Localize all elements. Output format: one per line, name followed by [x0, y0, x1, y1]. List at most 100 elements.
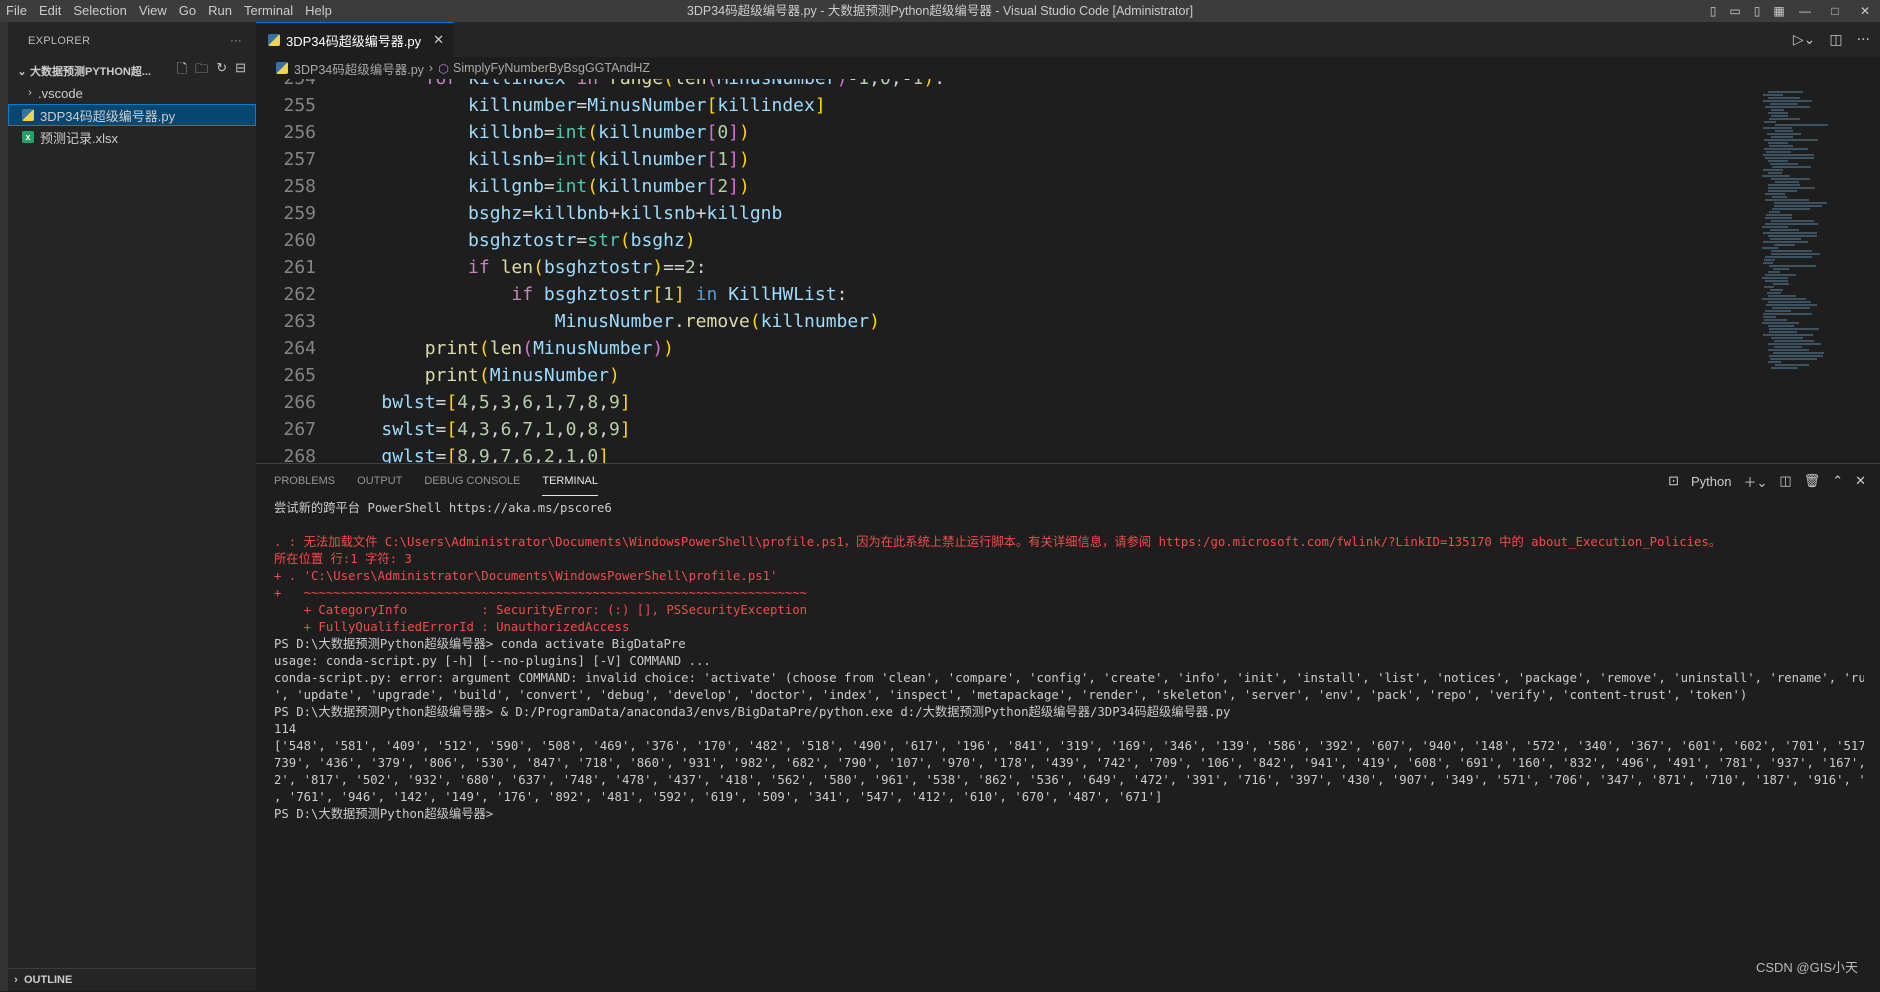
terminal-line: conda-script.py: error: argument COMMAND… [274, 671, 1864, 685]
code-line[interactable]: 262 if bsghztostr[1] in KillHWList: [256, 281, 1752, 308]
code-line[interactable]: 268 gwlst=[8,9,7,6,2,1,0] [256, 443, 1752, 463]
code-line[interactable]: 264 print(len(MinusNumber)) [256, 335, 1752, 362]
shell-label[interactable]: Python [1691, 474, 1731, 489]
more-actions-icon[interactable]: ··· [1857, 32, 1870, 48]
toggle-secondary-sidebar-icon[interactable]: ▯ [1746, 4, 1768, 18]
minimap-line [1772, 307, 1810, 309]
code-text: if len(bsghztostr)==2: [468, 257, 707, 278]
tab-terminal[interactable]: TERMINAL [542, 467, 598, 496]
outline-section[interactable]: › OUTLINE [8, 968, 256, 991]
menu-terminal[interactable]: Terminal [238, 0, 299, 22]
minimap-line [1764, 148, 1808, 150]
new-file-icon[interactable]: 🗋 [177, 60, 187, 82]
code-line[interactable]: 258 killgnb=int(killnumber[2]) [256, 173, 1752, 200]
menu-file[interactable]: File [0, 0, 33, 22]
code-line[interactable]: 265 print(MinusNumber) [256, 362, 1752, 389]
code-line[interactable]: 260 bsghztostr=str(bsghz) [256, 227, 1752, 254]
menu-help[interactable]: Help [299, 0, 338, 22]
minimap-line [1768, 112, 1788, 114]
code-line[interactable]: 261 if len(bsghztostr)==2: [256, 254, 1752, 281]
minimap-line [1766, 214, 1792, 216]
run-icon[interactable]: ▷⌄ [1793, 32, 1816, 48]
terminal-output[interactable]: 尝试新的跨平台 PowerShell https://aka.ms/pscore… [274, 500, 1864, 823]
terminal-line: 739', '436', '379', '806', '530', '847',… [274, 756, 1864, 770]
python-file-icon [268, 34, 280, 46]
code-line[interactable]: 256 killbnb=int(killnumber[0]) [256, 119, 1752, 146]
workspace-folder[interactable]: ⌄ 大数据预测PYTHON超... 🗋 🗀 ↻ ⊟ [8, 60, 256, 82]
maximize-button[interactable]: □ [1820, 4, 1850, 18]
code-line[interactable]: 259 bsghz=killbnb+killsnb+killgnb [256, 200, 1752, 227]
chevron-right-icon: › [428, 61, 434, 75]
minimap-line [1769, 145, 1793, 147]
minimap-line [1768, 343, 1821, 345]
minimap-line [1764, 319, 1787, 321]
menu-run[interactable]: Run [202, 0, 238, 22]
collapse-all-icon[interactable]: ⊟ [235, 60, 246, 82]
code-line[interactable]: 263 MinusNumber.remove(killnumber) [256, 308, 1752, 335]
tab-problems[interactable]: PROBLEMS [274, 467, 335, 495]
menu-go[interactable]: Go [173, 0, 202, 22]
close-panel-icon[interactable]: ✕ [1855, 473, 1866, 489]
breadcrumb-file[interactable]: 3DP34码超级编号器.py [294, 59, 424, 78]
tree-item-xlsx-file[interactable]: x 预测记录.xlsx [8, 126, 256, 148]
python-file-icon [276, 62, 288, 74]
split-terminal-icon[interactable]: ◫ [1779, 473, 1791, 489]
minimap-line [1768, 142, 1788, 144]
code-line[interactable]: 255 killnumber=MinusNumber[killindex] [256, 92, 1752, 119]
tab-debug-console[interactable]: DEBUG CONSOLE [424, 467, 520, 495]
toggle-sidebar-icon[interactable]: ▯ [1702, 4, 1724, 18]
minimap-line [1771, 115, 1788, 117]
minimap-line [1768, 184, 1800, 186]
code-editor[interactable]: 254 for killindex in range(len(MinusNumb… [256, 79, 1752, 463]
code-line[interactable]: 257 killsnb=int(killnumber[1]) [256, 146, 1752, 173]
minimap-line [1775, 364, 1809, 366]
line-number: 266 [283, 392, 316, 413]
menu-edit[interactable]: Edit [33, 0, 67, 22]
minimap-line [1769, 211, 1780, 213]
minimap-line [1762, 175, 1790, 177]
new-folder-icon[interactable]: 🗀 [195, 60, 208, 82]
terminal-line: , '761', '946', '142', '149', '176', '89… [274, 790, 1163, 804]
minimap-line [1773, 352, 1824, 354]
minimap-line [1773, 283, 1789, 285]
minimap-line [1763, 94, 1783, 96]
code-text: gwlst=[8,9,7,6,2,1,0] [381, 446, 610, 463]
tree-item-py-file[interactable]: 3DP34码超级编号器.py [8, 104, 256, 126]
menu-view[interactable]: View [133, 0, 173, 22]
split-editor-icon[interactable]: ◫ [1829, 32, 1842, 48]
minimap-line [1769, 355, 1823, 357]
line-number: 265 [283, 365, 316, 386]
minimap-line [1763, 232, 1817, 234]
minimap-line [1768, 235, 1817, 237]
close-tab-icon[interactable]: ✕ [433, 32, 444, 48]
tree-item-vscode[interactable]: › .vscode [8, 82, 256, 104]
folder-actions: 🗋 🗀 ↻ ⊟ [177, 60, 246, 82]
minimap[interactable] [1752, 79, 1880, 463]
terminal-line: + FullyQualifiedErrorId : UnauthorizedAc… [274, 620, 630, 634]
menu-selection[interactable]: Selection [67, 0, 132, 22]
code-line[interactable]: 267 swlst=[4,3,6,7,1,0,8,9] [256, 416, 1752, 443]
code-line[interactable]: 266 bwlst=[4,5,3,6,1,7,8,9] [256, 389, 1752, 416]
toggle-panel-icon[interactable]: ▭ [1724, 4, 1746, 18]
workspace-folder-label: 大数据预测PYTHON超... [30, 66, 152, 78]
minimap-line [1762, 226, 1788, 228]
minimap-line [1767, 133, 1801, 135]
breadcrumb-symbol[interactable]: SimplyFyNumberByBsgGGTAndHZ [453, 61, 650, 75]
kill-terminal-icon[interactable]: 🗑 [1804, 473, 1821, 489]
more-actions-icon[interactable]: ··· [230, 35, 242, 47]
minimap-line [1763, 262, 1773, 264]
minimize-button[interactable]: — [1790, 4, 1820, 18]
editor-tab-active[interactable]: 3DP34码超级编号器.py ✕ [256, 22, 454, 57]
customize-layout-icon[interactable]: ▦ [1768, 4, 1790, 18]
line-number: 267 [283, 419, 316, 440]
maximize-panel-icon[interactable]: ⌃ [1832, 473, 1843, 489]
minimap-line [1766, 151, 1791, 153]
code-text: print(MinusNumber) [424, 365, 620, 386]
terminal-line: PS D:\大数据预测Python超级编号器> & D:/ProgramData… [274, 705, 1231, 719]
new-terminal-icon[interactable]: ＋⌄ [1743, 472, 1767, 491]
tab-output[interactable]: OUTPUT [357, 467, 402, 495]
minimap-line [1768, 325, 1794, 327]
code-line[interactable]: 254 for killindex in range(len(MinusNumb… [256, 79, 1752, 92]
refresh-icon[interactable]: ↻ [216, 60, 227, 82]
close-window-button[interactable]: ✕ [1850, 4, 1880, 18]
